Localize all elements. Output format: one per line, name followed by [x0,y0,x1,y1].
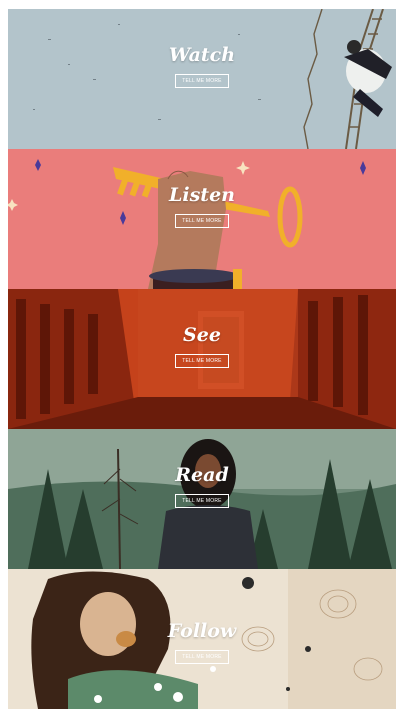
panel-see[interactable]: See TELL ME MORE [8,289,396,429]
read-overlay: Read TELL ME MORE [8,463,396,508]
tell-me-more-button[interactable]: TELL ME MORE [175,650,229,664]
panel-watch[interactable]: Watch TELL ME MORE [8,9,396,149]
see-overlay: See TELL ME MORE [8,323,396,368]
panel-title: See [183,324,221,346]
listen-overlay: Listen TELL ME MORE [8,183,396,228]
watch-overlay: Watch TELL ME MORE [8,43,396,88]
panel-stack: Watch TELL ME MORE Listen TELL ME MORE S… [8,9,396,709]
panel-title: Follow [167,620,237,642]
follow-overlay: Follow TELL ME MORE [8,619,396,664]
tell-me-more-button[interactable]: TELL ME MORE [175,494,229,508]
tell-me-more-button[interactable]: TELL ME MORE [175,214,229,228]
panel-read[interactable]: Read TELL ME MORE [8,429,396,569]
panel-follow[interactable]: Follow TELL ME MORE [8,569,396,709]
panel-title: Watch [168,44,236,66]
panel-title: Read [175,464,229,486]
panel-listen[interactable]: Listen TELL ME MORE [8,149,396,289]
panel-title: Listen [169,184,235,206]
tell-me-more-button[interactable]: TELL ME MORE [175,74,229,88]
tell-me-more-button[interactable]: TELL ME MORE [175,354,229,368]
